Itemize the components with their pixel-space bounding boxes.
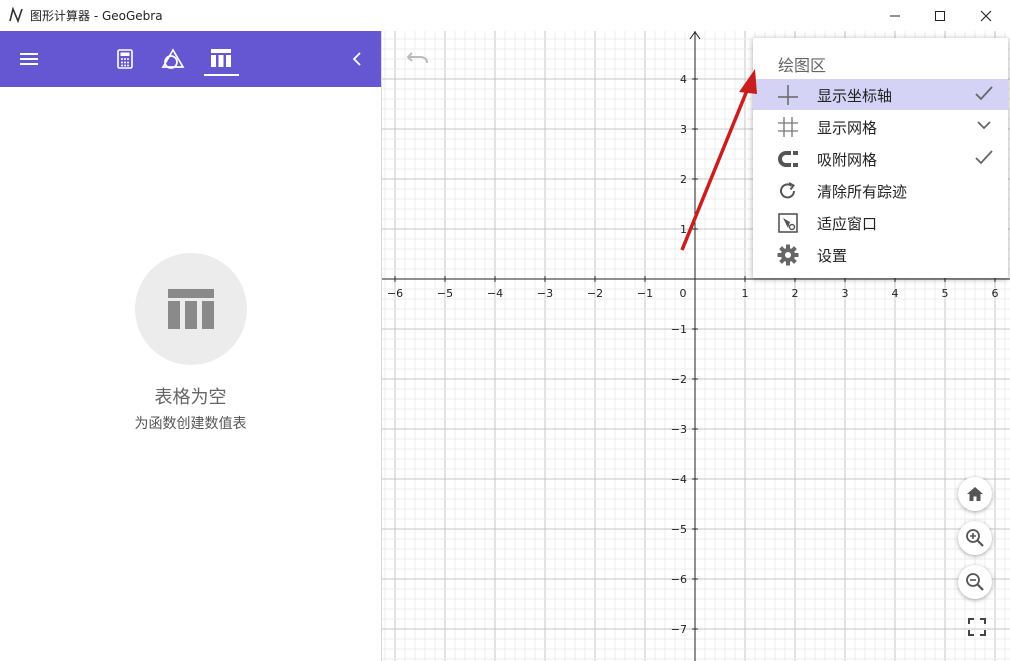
maximize-button[interactable]	[917, 0, 963, 31]
y-tick-label: 2	[680, 173, 687, 186]
active-tab-indicator	[204, 74, 239, 76]
y-tick-label: 1	[680, 223, 687, 236]
close-button[interactable]	[963, 0, 1009, 31]
menu-button[interactable]	[16, 47, 42, 71]
menu-item-snap-to-grid[interactable]: 吸附网格	[753, 143, 1008, 174]
title-bar: 图形计算器 - GeoGebra	[0, 0, 1010, 32]
y-tick-label: −4	[671, 473, 687, 486]
x-tick-label: −2	[587, 287, 603, 300]
x-tick-label: 6	[992, 287, 999, 300]
grid-icon	[777, 116, 799, 138]
y-tick-label: 4	[680, 73, 687, 86]
home-icon	[966, 486, 984, 502]
menu-item-settings[interactable]: 设置	[753, 239, 1008, 270]
zoom-out-button[interactable]	[958, 565, 992, 599]
y-tick-label: −6	[671, 573, 687, 586]
undo-icon	[406, 49, 430, 65]
empty-table-title: 表格为空	[0, 383, 381, 409]
x-tick-label: −5	[437, 287, 453, 300]
fullscreen-icon	[968, 618, 986, 636]
menu-item-label: 显示网格	[817, 117, 877, 138]
fullscreen-button[interactable]	[968, 618, 986, 640]
minimize-icon	[889, 10, 901, 22]
geometry-icon	[161, 48, 185, 70]
y-tick-label: −1	[671, 323, 687, 336]
menu-title: 绘图区	[778, 52, 826, 76]
fit-window-icon	[777, 212, 799, 234]
close-icon	[980, 10, 992, 22]
menu-item-label: 设置	[817, 245, 847, 266]
x-tick-label: 1	[742, 287, 749, 300]
axes-icon	[777, 84, 799, 106]
empty-table-subtitle: 为函数创建数值表	[0, 413, 381, 433]
window-title: 图形计算器 - GeoGebra	[30, 7, 163, 24]
checkmark-icon	[975, 85, 993, 101]
settings-icon	[777, 244, 799, 266]
chevron-left-icon	[352, 52, 362, 66]
y-tick-label: −5	[671, 523, 687, 536]
y-tick-label: 3	[680, 123, 687, 136]
x-tick-label: 3	[842, 287, 849, 300]
menu-item-show-axes[interactable]: 显示坐标轴	[753, 79, 1008, 110]
tab-tools[interactable]	[158, 47, 188, 71]
table-view-panel: 表格为空 为函数创建数值表	[0, 31, 382, 661]
maximize-icon	[934, 10, 946, 22]
y-tick-label: −7	[671, 623, 687, 636]
x-tick-label: −6	[387, 287, 403, 300]
x-tick-label: 4	[892, 287, 899, 300]
geogebra-app-icon	[8, 7, 24, 23]
refresh-icon	[777, 180, 799, 202]
x-tick-label: 0	[680, 287, 687, 300]
empty-table-illustration	[135, 253, 247, 365]
menu-item-fit-window[interactable]: 适应窗口	[753, 207, 1008, 238]
graphics-context-menu: 绘图区 显示坐标轴 显示网格 吸附网格 清除所有踪迹 适应窗口	[753, 38, 1008, 278]
menu-item-label: 清除所有踪迹	[817, 181, 907, 202]
standard-view-button[interactable]	[958, 477, 992, 511]
x-tick-label: 2	[792, 287, 799, 300]
calculator-icon	[117, 49, 133, 69]
zoom-out-icon	[965, 572, 985, 592]
menu-icon	[19, 51, 39, 67]
y-tick-label: −3	[671, 423, 687, 436]
y-tick-label: −2	[671, 373, 687, 386]
tab-algebra[interactable]	[112, 47, 138, 71]
tab-table[interactable]	[206, 45, 236, 71]
x-tick-label: −1	[637, 287, 653, 300]
x-tick-label: 5	[942, 287, 949, 300]
undo-button[interactable]	[406, 49, 430, 69]
view-toolbar	[0, 31, 381, 87]
checkmark-icon	[975, 149, 993, 165]
menu-item-label: 吸附网格	[817, 149, 877, 170]
x-tick-label: −4	[487, 287, 503, 300]
table-icon	[210, 48, 232, 68]
menu-item-label: 显示坐标轴	[817, 85, 892, 106]
zoom-in-icon	[965, 528, 985, 548]
menu-item-label: 适应窗口	[817, 213, 877, 234]
zoom-in-button[interactable]	[958, 521, 992, 555]
menu-item-clear-traces[interactable]: 清除所有踪迹	[753, 175, 1008, 206]
x-tick-label: −3	[537, 287, 553, 300]
table-icon	[167, 288, 215, 330]
collapse-panel-button[interactable]	[346, 47, 368, 71]
magnet-icon	[777, 148, 799, 170]
chevron-down-icon	[975, 117, 993, 133]
menu-item-show-grid[interactable]: 显示网格	[753, 111, 1008, 142]
minimize-button[interactable]	[872, 0, 918, 31]
